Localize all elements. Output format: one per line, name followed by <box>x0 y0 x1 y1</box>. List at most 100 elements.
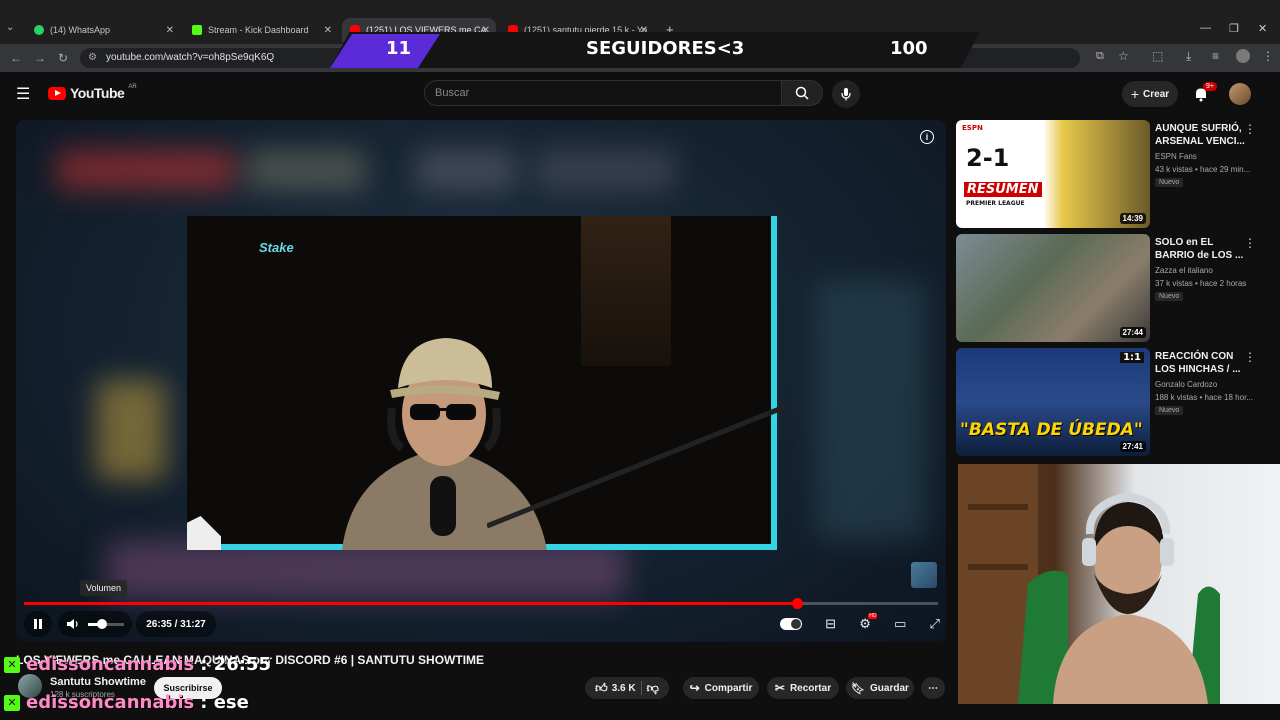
menu-kebab-icon[interactable]: ⋮ <box>1262 49 1274 63</box>
search-input[interactable]: Buscar <box>424 80 782 106</box>
recommended-channel[interactable]: Zazza el italiano <box>1155 266 1213 275</box>
more-vert-icon[interactable]: ⋮ <box>1244 236 1256 250</box>
tab-whatsapp[interactable]: (14) WhatsApp ✕ <box>26 18 180 42</box>
more-actions-button[interactable]: ⋯ <box>921 677 945 699</box>
url-text: youtube.com/watch?v=oh8pSe9qK6Q <box>106 52 275 63</box>
clip-label: Recortar <box>789 682 832 694</box>
channel-name[interactable]: Santutu Showtime <box>50 676 146 688</box>
create-button[interactable]: + Crear <box>1122 81 1178 107</box>
channel-watermark[interactable] <box>911 562 937 588</box>
video-player[interactable]: Stake i Volumen 26:35 / 31:27 ⊟ ⚙ HD ▭ ⤢ <box>16 120 946 642</box>
recommended-title[interactable]: AUNQUE SUFRIÓ, ARSENAL VENCI... <box>1155 122 1247 148</box>
kick-icon: ✕ <box>4 656 20 673</box>
thumbnail-subcaption: PREMIER LEAGUE <box>966 200 1025 207</box>
more-vert-icon[interactable]: ⋮ <box>1244 122 1256 136</box>
chat-text: : ese <box>200 692 249 713</box>
forward-icon[interactable]: → <box>34 51 46 65</box>
thumbs-up-icon: 👍︎ <box>595 680 608 695</box>
thumbnail-caption: "BASTA DE ÚBEDA" <box>960 420 1143 440</box>
volume-icon <box>67 619 78 629</box>
bookmark-star-icon[interactable]: ☆ <box>1118 49 1129 63</box>
recommended-video[interactable]: 1:1 "BASTA DE ÚBEDA" 27:41 REACCIÓN CON … <box>956 348 1274 456</box>
youtube-header: ☰ YouTube AR Buscar + Crear 9+ <box>0 72 1280 116</box>
maximize-icon[interactable]: ❐ <box>1229 22 1239 35</box>
tab-search-icon[interactable]: ⌄ <box>6 22 14 33</box>
progress-bar[interactable] <box>24 598 938 609</box>
progress-scrubber[interactable] <box>792 598 804 609</box>
pause-icon <box>34 619 42 629</box>
chat-message: ✕ edissoncannabis : ese <box>4 692 249 713</box>
more-vert-icon[interactable]: ⋮ <box>1244 350 1256 364</box>
search-button[interactable] <box>781 80 823 106</box>
notification-count-badge: 9+ <box>1203 82 1217 91</box>
install-icon[interactable]: ⧉ <box>1096 50 1104 63</box>
tab-label: Stream - Kick Dashboard <box>208 25 309 35</box>
video-thumbnail[interactable]: 27:44 <box>956 234 1150 342</box>
back-icon[interactable]: ← <box>10 51 22 65</box>
background-blur <box>246 150 366 190</box>
like-count: 3.6 K <box>611 682 636 694</box>
follower-goal-banner: 11 SEGUIDORES<3 100 <box>330 32 980 70</box>
recommended-meta: 43 k vistas • hace 29 min... <box>1155 165 1251 174</box>
volume-control[interactable] <box>58 611 132 637</box>
minimize-icon[interactable]: — <box>1200 22 1211 34</box>
clip-button[interactable]: ✂ Recortar <box>767 677 839 699</box>
microphone-icon <box>841 88 851 101</box>
recommended-channel[interactable]: ESPN Fans <box>1155 152 1197 161</box>
close-window-icon[interactable]: ✕ <box>1258 22 1267 35</box>
video-thumbnail[interactable]: 1:1 "BASTA DE ÚBEDA" 27:41 <box>956 348 1150 456</box>
webcam-person <box>958 464 1220 704</box>
recommended-title[interactable]: REACCIÓN CON LOS HINCHAS / ... <box>1155 350 1247 376</box>
region-code: AR <box>128 84 137 90</box>
recommended-channel[interactable]: Gonzalo Cardozo <box>1155 380 1217 389</box>
divider <box>640 681 642 695</box>
pause-button[interactable] <box>24 611 52 637</box>
scissors-icon: ✂ <box>774 681 785 695</box>
create-label: Crear <box>1143 88 1170 100</box>
new-badge: Nuevo <box>1155 406 1184 415</box>
score-text: 2-1 <box>966 144 1010 172</box>
webcam-overlay <box>958 464 1280 704</box>
tab-kick-dashboard[interactable]: Stream - Kick Dashboard ✕ <box>184 18 338 42</box>
close-tab-icon[interactable]: ✕ <box>166 25 174 36</box>
user-avatar[interactable] <box>1229 83 1251 105</box>
espn-logo: ESPN <box>962 124 983 132</box>
site-info-icon[interactable]: ⚙ <box>88 48 97 68</box>
background-blur <box>96 380 166 480</box>
search-icon <box>795 86 809 100</box>
share-button[interactable]: ↪ Compartir <box>683 677 759 699</box>
extensions-icon[interactable]: ⬚ <box>1152 49 1163 63</box>
volume-slider[interactable] <box>88 618 124 629</box>
kick-icon <box>192 25 202 35</box>
info-icon[interactable]: i <box>920 130 934 144</box>
video-duration: 27:41 <box>1119 441 1146 452</box>
download-icon[interactable]: ⤓ <box>1186 49 1191 64</box>
like-button[interactable]: 👍︎ 3.6 K <box>595 681 635 696</box>
save-button[interactable]: 🔖︎ Guardar <box>846 677 914 699</box>
profile-icon[interactable] <box>1236 49 1250 63</box>
video-thumbnail[interactable]: ESPN 2-1 RESUMEN PREMIER LEAGUE 14:39 <box>956 120 1150 228</box>
hamburger-menu-icon[interactable]: ☰ <box>16 84 30 104</box>
volume-knob[interactable] <box>97 618 107 629</box>
right-controls: ⊟ ⚙ HD ▭ ⤢ <box>780 611 940 637</box>
follower-goal-label: SEGUIDORES<3 <box>586 38 745 59</box>
media-icon[interactable]: ≡ <box>1212 49 1219 63</box>
subtitles-icon[interactable]: ⊟ <box>825 616 836 632</box>
thumbs-down-icon[interactable]: 👎︎ <box>647 681 659 696</box>
recommended-video[interactable]: 27:44 SOLO en EL BARRIO de LOS ... Zazza… <box>956 234 1274 342</box>
autoplay-toggle[interactable] <box>780 618 802 630</box>
volume-tooltip: Volumen <box>80 580 128 596</box>
score-badge: 1:1 <box>1120 352 1144 363</box>
recommended-video[interactable]: ESPN 2-1 RESUMEN PREMIER LEAGUE 14:39 AU… <box>956 120 1274 228</box>
bookmark-icon: 🔖︎ <box>851 682 866 695</box>
youtube-logo[interactable]: YouTube AR <box>48 84 137 101</box>
settings-gear-icon[interactable]: ⚙ HD <box>859 613 878 632</box>
theater-mode-icon[interactable]: ▭ <box>894 616 906 632</box>
video-duration: 14:39 <box>1119 213 1146 224</box>
recommended-title[interactable]: SOLO en EL BARRIO de LOS ... <box>1155 236 1247 262</box>
recommended-meta: 37 k vistas • hace 2 horas <box>1155 279 1247 288</box>
background-blur <box>536 150 676 190</box>
reload-icon[interactable]: ↻ <box>58 51 68 65</box>
voice-search-button[interactable] <box>832 80 860 108</box>
fullscreen-icon[interactable]: ⤢ <box>930 616 940 632</box>
